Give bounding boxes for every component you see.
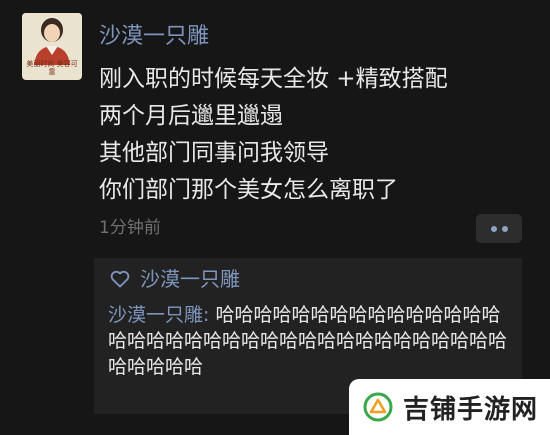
more-actions-button[interactable] <box>476 214 522 243</box>
liker-name[interactable]: 沙漠一只雕 <box>140 264 240 294</box>
post-line: 其他部门同事问我领导 <box>99 140 329 166</box>
post-line: 两个月后邋里邋遢 <box>99 103 283 129</box>
post-username[interactable]: 沙漠一只雕 <box>99 22 209 52</box>
likes-row: 沙漠一只雕 <box>110 264 240 294</box>
more-dots-icon <box>490 225 497 232</box>
watermark-text: 吉铺手游网 <box>403 394 539 425</box>
more-dots-icon <box>501 225 508 232</box>
post-text: 刚入职的时候每天全妆 +精致搭配 两个月后邋里邋遢 其他部门同事问我领导 你们部… <box>99 61 448 209</box>
post-timestamp: 1分钟前 <box>99 218 161 238</box>
post-line: 刚入职的时候每天全妆 +精致搭配 <box>99 66 448 92</box>
heart-icon <box>110 270 130 288</box>
site-logo-icon <box>363 392 393 422</box>
comment-separator: : <box>203 304 216 326</box>
avatar[interactable]: 美丽时尚 美容可靠 <box>22 13 82 80</box>
post-line: 你们部门那个美女怎么离职了 <box>99 177 398 203</box>
comment-item: 沙漠一只雕: 哈哈哈哈哈哈哈哈哈哈哈哈哈哈哈哈哈哈哈哈哈哈哈哈哈哈哈哈哈哈哈哈哈… <box>108 302 516 380</box>
avatar-image <box>22 13 82 65</box>
avatar-caption: 美丽时尚 美容可靠 <box>26 60 78 76</box>
comment-author[interactable]: 沙漠一只雕 <box>108 304 203 326</box>
site-watermark: 吉铺手游网 <box>349 379 550 435</box>
